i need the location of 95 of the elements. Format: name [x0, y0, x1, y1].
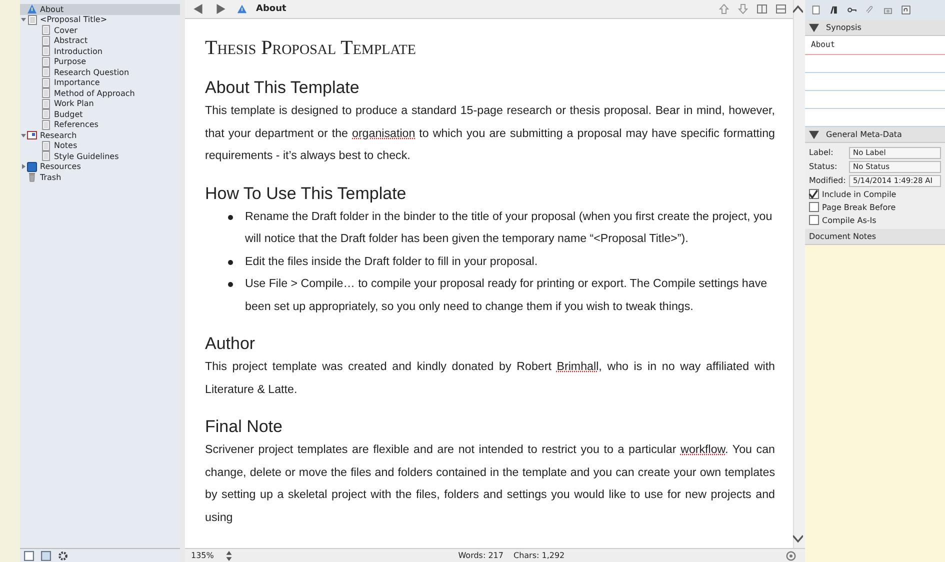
- key-icon: [847, 5, 857, 15]
- trash-icon: [27, 172, 37, 182]
- binder-item[interactable]: Trash: [20, 172, 180, 182]
- section-heading: How To Use This Template: [205, 184, 408, 204]
- collapsed-triangle-icon: [21, 164, 26, 170]
- bullet-icon: [228, 260, 233, 264]
- scrollbar[interactable]: [793, 0, 805, 548]
- bullet-icon: [228, 282, 233, 287]
- book-icon: [27, 162, 37, 172]
- split-vertical-icon: [757, 4, 767, 14]
- synopsis-field[interactable]: About: [805, 36, 945, 55]
- binder-item[interactable]: Cover: [20, 25, 180, 36]
- binder-item[interactable]: Purpose: [20, 56, 180, 67]
- document-icon: [41, 56, 51, 67]
- image-folder-icon: [27, 130, 37, 140]
- document-icon: [41, 36, 51, 46]
- settings-icon: [58, 550, 68, 560]
- document-icon: [41, 88, 51, 98]
- info-triangle-icon: [27, 4, 37, 14]
- binder-item[interactable]: Method of Approach: [20, 88, 180, 98]
- section-header[interactable]: General Meta-Data: [805, 127, 945, 143]
- split-horizontal-icon: [776, 4, 786, 14]
- body-paragraph: This template is designed to produce a standard 15-page research or thesis proposal. Bear in mind, however, that your department or the organisation to which you are submitting a proposal may have specific formatting requirements - it’s always best to check.: [205, 103, 775, 164]
- bullet-text: Edit the files inside the Draft folder to fill in your proposal.: [245, 254, 538, 270]
- checkbox-label: Include in Compile: [822, 190, 896, 198]
- section-heading: Final Note: [205, 417, 284, 437]
- document-icon: [41, 140, 51, 151]
- body-paragraph: This project template was created and kindly donated by Robert Brimhall, who is in no way affiliated with Literature & Latte.: [205, 359, 775, 398]
- binder-item[interactable]: Work Plan: [20, 98, 180, 109]
- add-folder-icon: [41, 550, 51, 560]
- document-icon: [41, 67, 51, 78]
- field-label: Modified:: [809, 176, 847, 185]
- binder-item[interactable]: Research: [20, 130, 180, 140]
- binder-item[interactable]: Introduction: [20, 46, 180, 56]
- section-title: Synopsis: [826, 23, 862, 32]
- body-paragraph: Scrivener project templates are flexible and are not intended to restrict you to a particular workflow. You can change, delete or move the files and folders contained in the template and you can create your own templates by setting up a skeletal project with the files, folders and settings you would like to use for new projects and using: [205, 442, 775, 526]
- back-icon: [193, 4, 203, 14]
- document-icon: [41, 98, 51, 109]
- down-arrow-icon: [738, 4, 748, 14]
- checkbox[interactable]: [809, 215, 819, 225]
- word-count: Words: 217: [458, 551, 504, 560]
- checkbox[interactable]: [809, 189, 819, 199]
- target-icon: [786, 550, 796, 560]
- binder-item[interactable]: About: [20, 4, 180, 14]
- bullet-icon: [228, 214, 233, 220]
- binder-item[interactable]: Budget: [20, 109, 180, 120]
- checkbox-label: Compile As-Is: [822, 216, 876, 224]
- binder-item[interactable]: Resources: [20, 162, 180, 172]
- binder-item[interactable]: Research Question: [20, 67, 180, 78]
- notepad-icon: [811, 5, 821, 15]
- stepper-icon: [224, 550, 234, 560]
- section-header[interactable]: Document Notes: [805, 229, 945, 245]
- expanded-triangle-icon: [21, 17, 26, 22]
- document-stack-icon: [27, 14, 37, 25]
- document-icon: [41, 25, 51, 36]
- document-heading: Thesis Proposal Template: [205, 37, 417, 60]
- expanded-triangle-icon: [809, 130, 819, 140]
- binder-item[interactable]: Importance: [20, 78, 180, 88]
- section-title: General Meta-Data: [826, 130, 902, 139]
- info-triangle-icon: [237, 4, 247, 14]
- binder-item[interactable]: <Proposal Title>: [20, 14, 180, 25]
- section-header[interactable]: Synopsis: [805, 20, 945, 36]
- expanded-triangle-icon: [809, 22, 819, 32]
- camera-icon: [883, 5, 893, 15]
- document-icon: [41, 151, 51, 162]
- paperclip-icon: [865, 5, 875, 15]
- bullet-text: Use File > Compile… to compile your proposal ready for printing or export. The Compile settings have been set up appropriately, so you only need to change them if you wish to tweak things.: [245, 276, 768, 314]
- field-label: Status:: [809, 162, 838, 171]
- binder-item[interactable]: References: [20, 120, 180, 130]
- up-arrow-icon: [719, 4, 729, 14]
- expanded-triangle-icon: [21, 132, 26, 138]
- forward-icon: [216, 4, 226, 14]
- scroll-down-icon: [793, 534, 803, 544]
- section-heading: About This Template: [205, 78, 360, 98]
- zoom-level[interactable]: 135%: [191, 551, 214, 560]
- binder-item[interactable]: Notes: [20, 140, 180, 151]
- character-count: Chars: 1,292: [513, 551, 565, 560]
- books-icon: [829, 5, 839, 15]
- bullet-text: Rename the Draft folder in the binder to the title of your proposal (when you first create the project, you will notice that the Draft folder has been given the temporary name “<Proposal Title>”).: [245, 208, 774, 247]
- checkbox[interactable]: [809, 202, 819, 212]
- document-title: About: [256, 4, 288, 14]
- section-title: Document Notes: [809, 232, 876, 241]
- document-icon: [41, 78, 51, 88]
- field-label: Label:: [809, 148, 834, 157]
- binder-item[interactable]: Abstract: [20, 36, 180, 46]
- scroll-up-icon: [793, 4, 803, 14]
- document-icon: [41, 120, 51, 130]
- add-icon: [24, 550, 34, 560]
- section-heading: Author: [205, 334, 256, 354]
- checkbox-label: Page Break Before: [822, 202, 896, 212]
- binder-item[interactable]: Style Guidelines: [20, 151, 180, 162]
- document-icon: [41, 109, 51, 120]
- checkmark-icon: [808, 189, 818, 199]
- footnote-icon: [901, 5, 911, 15]
- document-icon: [41, 46, 51, 56]
